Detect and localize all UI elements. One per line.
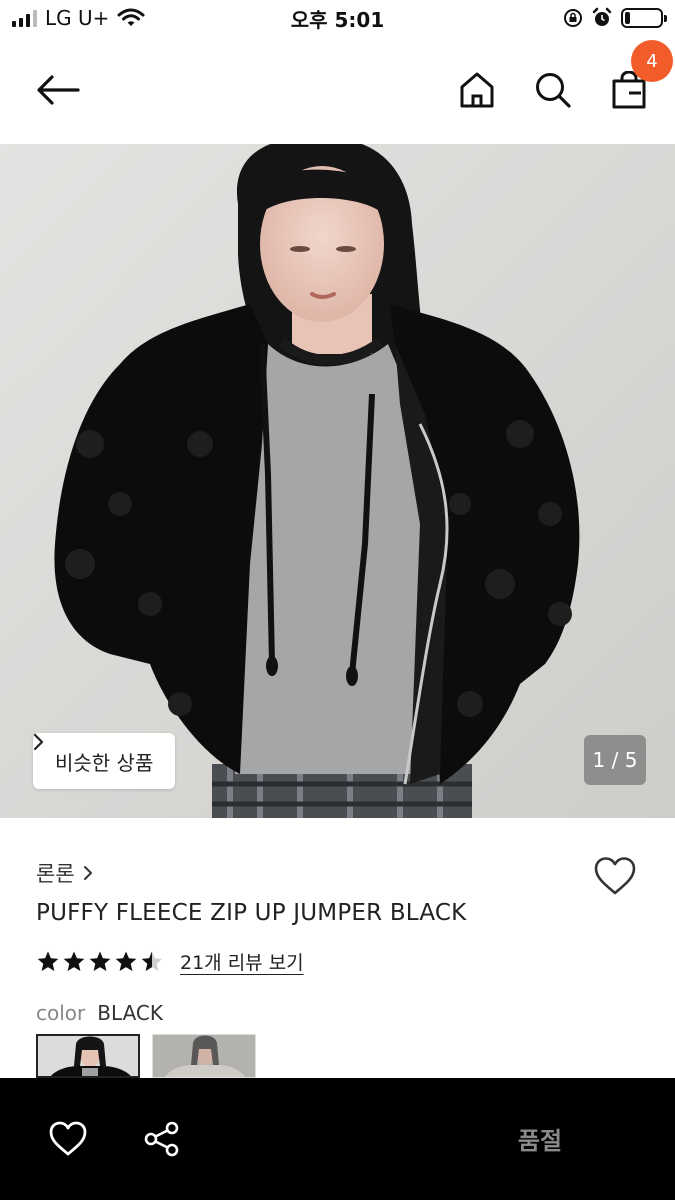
status-bar: LG U+ 오후 5:01: [0, 0, 675, 36]
cart-button[interactable]: 4: [603, 40, 673, 116]
back-arrow-icon: [37, 75, 80, 105]
home-icon: [460, 72, 494, 108]
like-button[interactable]: [46, 1118, 90, 1160]
heart-icon: [49, 1121, 87, 1156]
sold-out-button[interactable]: 품절: [440, 1108, 640, 1168]
similar-products-label: 비슷한 상품: [55, 750, 154, 775]
wishlist-button[interactable]: [591, 854, 639, 898]
bottom-action-bar: 품절: [0, 1078, 675, 1200]
header-actions: 4: [451, 40, 673, 116]
status-right: [563, 7, 667, 29]
product-photo: [0, 144, 675, 818]
color-thumbnail-other[interactable]: [152, 1034, 256, 1078]
star-icon: [115, 951, 137, 971]
similar-products-button[interactable]: 비슷한 상품: [33, 733, 176, 789]
color-value: BLACK: [97, 1001, 163, 1025]
wifi-icon: [117, 8, 145, 26]
cart-count-badge: 4: [631, 40, 673, 82]
carrier-label: LG U+: [45, 6, 110, 30]
color-row: color BLACK: [36, 1001, 163, 1025]
rating-row: 21개 리뷰 보기: [36, 948, 304, 975]
color-thumbnail-black[interactable]: [36, 1034, 140, 1078]
color-thumbnails: [36, 1034, 256, 1078]
star-icon: [141, 951, 163, 971]
product-image-carousel[interactable]: 비슷한 상품 1 / 5: [0, 144, 675, 818]
thumbnail-photo: [153, 1035, 255, 1077]
search-icon: [536, 73, 571, 108]
star-rating: [36, 950, 164, 974]
brand-link[interactable]: 론론: [36, 858, 93, 888]
chevron-right-icon: [83, 866, 92, 880]
search-button[interactable]: [527, 64, 579, 116]
product-info: 론론 PUFFY FLEECE ZIP UP JUMPER BLACK 21개 …: [0, 818, 675, 1078]
star-icon: [37, 951, 59, 971]
battery-icon: [621, 8, 667, 28]
app-header: 4: [0, 36, 675, 144]
status-left: LG U+: [12, 6, 145, 30]
back-button[interactable]: [30, 66, 86, 114]
thumbnail-photo: [38, 1036, 138, 1076]
signal-icon: [12, 9, 37, 27]
brand-name: 론론: [36, 862, 75, 886]
share-button[interactable]: [140, 1118, 184, 1160]
chevron-right-icon: [33, 733, 44, 751]
rotation-lock-icon: [564, 9, 582, 27]
star-icon: [89, 951, 111, 971]
home-button[interactable]: [451, 64, 503, 116]
product-name: PUFFY FLEECE ZIP UP JUMPER BLACK: [36, 900, 467, 926]
share-icon: [144, 1121, 179, 1157]
heart-icon: [594, 857, 636, 895]
image-page-indicator: 1 / 5: [584, 735, 646, 785]
color-label: color: [36, 1001, 86, 1025]
alarm-icon: [592, 7, 612, 26]
review-link[interactable]: 21개 리뷰 보기: [180, 948, 304, 975]
star-icon: [63, 951, 85, 971]
